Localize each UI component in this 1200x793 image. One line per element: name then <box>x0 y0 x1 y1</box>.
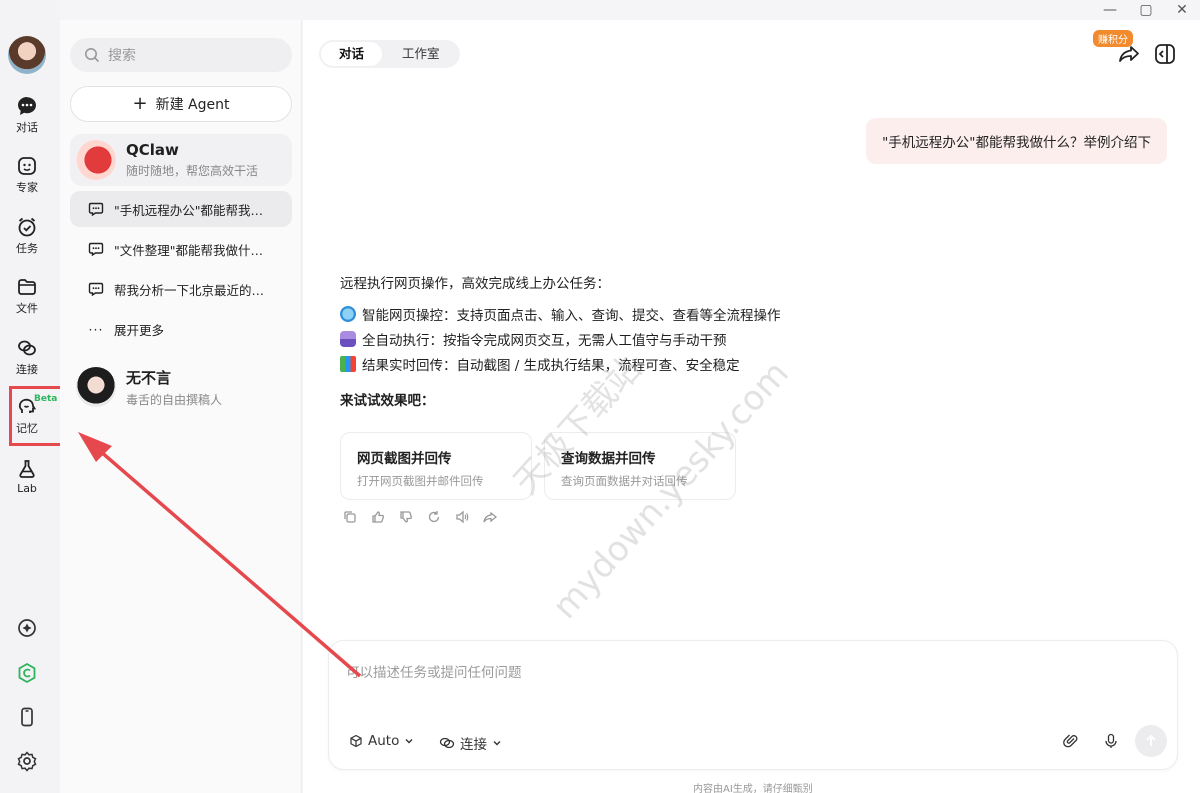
message-composer[interactable]: 可以描述任务或提问任何问题 Auto 连接 <box>328 640 1178 770</box>
conversation-item[interactable]: "文件整理"都能帮我做什么？举例介绍下 <box>70 231 292 267</box>
search-placeholder: 搜索 <box>108 48 136 64</box>
composer-placeholder: 可以描述任务或提问任何问题 <box>346 665 522 681</box>
rail-item-expert[interactable]: 专家 <box>0 155 54 195</box>
agent-name: 无不言 <box>126 368 172 387</box>
maximize-button[interactable]: ▢ <box>1128 0 1164 20</box>
chat-icon <box>18 97 36 115</box>
qclaw-avatar <box>76 140 116 180</box>
user-avatar[interactable] <box>8 36 46 74</box>
phone-icon[interactable] <box>16 706 38 728</box>
user-message-bubble: "手机远程办公"都能帮我做什么？举例介绍下 <box>866 118 1167 164</box>
new-agent-button[interactable]: + 新建 Agent <box>70 86 292 122</box>
window-controls: — ▢ ✕ <box>1092 0 1200 20</box>
new-agent-label: 新建 Agent <box>155 97 230 113</box>
attachment-icon[interactable] <box>1063 733 1079 749</box>
agent-wubuyan[interactable]: 无不言 毒舌的自由撰稿人 <box>70 362 292 412</box>
agent-subtitle: 毒舌的自由撰稿人 <box>126 392 223 407</box>
link-icon <box>439 737 455 749</box>
chat-bubble-icon <box>88 242 104 257</box>
tab-chat[interactable]: 对话 <box>321 42 383 66</box>
highlight-annotation <box>9 386 65 446</box>
sidebar: 搜索 + 新建 Agent QClaw 随时随地，帮您高效干活 "手机远程办公"… <box>60 20 302 793</box>
send-arrow-icon <box>1146 734 1156 746</box>
minimize-button[interactable]: — <box>1092 0 1128 20</box>
card-title: 网页截图并回传 <box>357 451 452 467</box>
rail-item-file[interactable]: 文件 <box>0 276 54 316</box>
message-actions <box>343 510 497 524</box>
robot-icon <box>340 330 356 347</box>
rail-item-task[interactable]: 任务 <box>0 216 54 256</box>
chevron-down-icon <box>405 739 413 744</box>
rail-label-expert: 专家 <box>16 181 38 194</box>
thumbs-up-icon[interactable] <box>371 510 385 524</box>
send-button[interactable] <box>1135 725 1167 757</box>
card-subtitle: 打开网页截图并邮件回传 <box>357 474 484 488</box>
alarm-icon <box>18 217 36 237</box>
conversation-item[interactable]: 帮我分析一下北京最近的天气 <box>70 271 292 307</box>
reply-intro: 远程执行网页操作，高效完成线上办公任务： <box>340 276 610 292</box>
flask-icon <box>19 460 35 478</box>
reply-point: 智能网页操控：支持页面点击、输入、查询、提交、查看等全流程操作 <box>340 304 900 324</box>
cube-icon <box>350 734 362 748</box>
plus-icon: + <box>132 93 148 114</box>
chat-bubble-icon <box>88 202 104 217</box>
agent-name: QClaw <box>126 141 179 159</box>
globe-icon <box>340 305 356 322</box>
ai-disclaimer: 内容由AI生成，请仔细甄别 <box>693 784 813 793</box>
conversation-title: 帮我分析一下北京最近的天气 <box>114 282 274 298</box>
rail-label-file: 文件 <box>16 302 38 315</box>
connect-selector[interactable]: 连接 <box>439 733 502 753</box>
model-label: Auto <box>368 733 400 749</box>
mode-tabs: 对话 工作室 <box>319 40 460 68</box>
regenerate-icon[interactable] <box>427 510 441 524</box>
reply-point-text: 全自动执行：按指令完成网页交互，无需人工值守与手动干预 <box>362 332 727 349</box>
speaker-icon[interactable] <box>455 510 469 524</box>
microphone-icon[interactable] <box>1103 733 1119 749</box>
chevron-down-icon <box>493 741 501 746</box>
panel-toggle-icon[interactable] <box>1153 42 1177 66</box>
model-selector[interactable]: Auto <box>349 733 414 749</box>
rail-item-lab[interactable]: Lab <box>0 458 54 495</box>
link-icon <box>18 340 36 356</box>
brand-c-icon[interactable] <box>16 662 38 684</box>
conversation-title: "文件整理"都能帮我做什么？举例介绍下 <box>114 242 274 258</box>
rail-label-chat: 对话 <box>16 121 38 134</box>
rail-label-connect: 连接 <box>16 363 38 376</box>
bar-chart-icon <box>340 355 356 372</box>
copy-icon[interactable] <box>343 510 357 524</box>
search-icon <box>85 48 100 63</box>
agent-qclaw[interactable]: QClaw 随时随地，帮您高效干活 <box>70 134 292 186</box>
reply-point: 全自动执行：按指令完成网页交互，无需人工值守与手动干预 <box>340 329 900 349</box>
reply-point-text: 结果实时回传：自动截图 / 生成执行结果，流程可查、安全稳定 <box>362 357 740 374</box>
user-message-text: "手机远程办公"都能帮我做什么？举例介绍下 <box>882 135 1151 151</box>
agent-subtitle: 随时随地，帮您高效干活 <box>126 164 259 178</box>
tab-studio[interactable]: 工作室 <box>384 42 458 66</box>
discover-icon[interactable] <box>16 617 38 639</box>
show-more-button[interactable]: ··· 展开更多 <box>70 311 292 347</box>
chat-bubble-icon <box>88 282 104 297</box>
thumbs-down-icon[interactable] <box>399 510 413 524</box>
share-icon[interactable] <box>1117 42 1141 66</box>
rail-label-task: 任务 <box>16 242 38 255</box>
search-input[interactable]: 搜索 <box>70 38 292 72</box>
forward-icon[interactable] <box>483 510 497 524</box>
more-dots-icon: ··· <box>88 321 104 337</box>
show-more-label: 展开更多 <box>114 322 165 338</box>
rail-label-lab: Lab <box>17 482 37 495</box>
left-rail: 对话 专家 任务 文件 连接 记忆 Beta Lab <box>0 0 65 793</box>
connect-label: 连接 <box>460 737 487 753</box>
rail-item-chat[interactable]: 对话 <box>0 95 54 135</box>
settings-icon[interactable] <box>16 750 38 772</box>
conversation-title: "手机远程办公"都能帮我做什么？举例介绍下 <box>114 202 274 218</box>
folder-icon <box>18 279 36 295</box>
close-button[interactable]: ✕ <box>1164 0 1200 20</box>
conversation-item[interactable]: "手机远程办公"都能帮我做什么？举例介绍下 <box>70 191 292 227</box>
rail-item-connect[interactable]: 连接 <box>0 337 54 377</box>
reply-point-text: 智能网页操控：支持页面点击、输入、查询、提交、查看等全流程操作 <box>362 307 781 324</box>
wubuyan-avatar <box>76 367 116 407</box>
expert-icon <box>18 157 36 175</box>
